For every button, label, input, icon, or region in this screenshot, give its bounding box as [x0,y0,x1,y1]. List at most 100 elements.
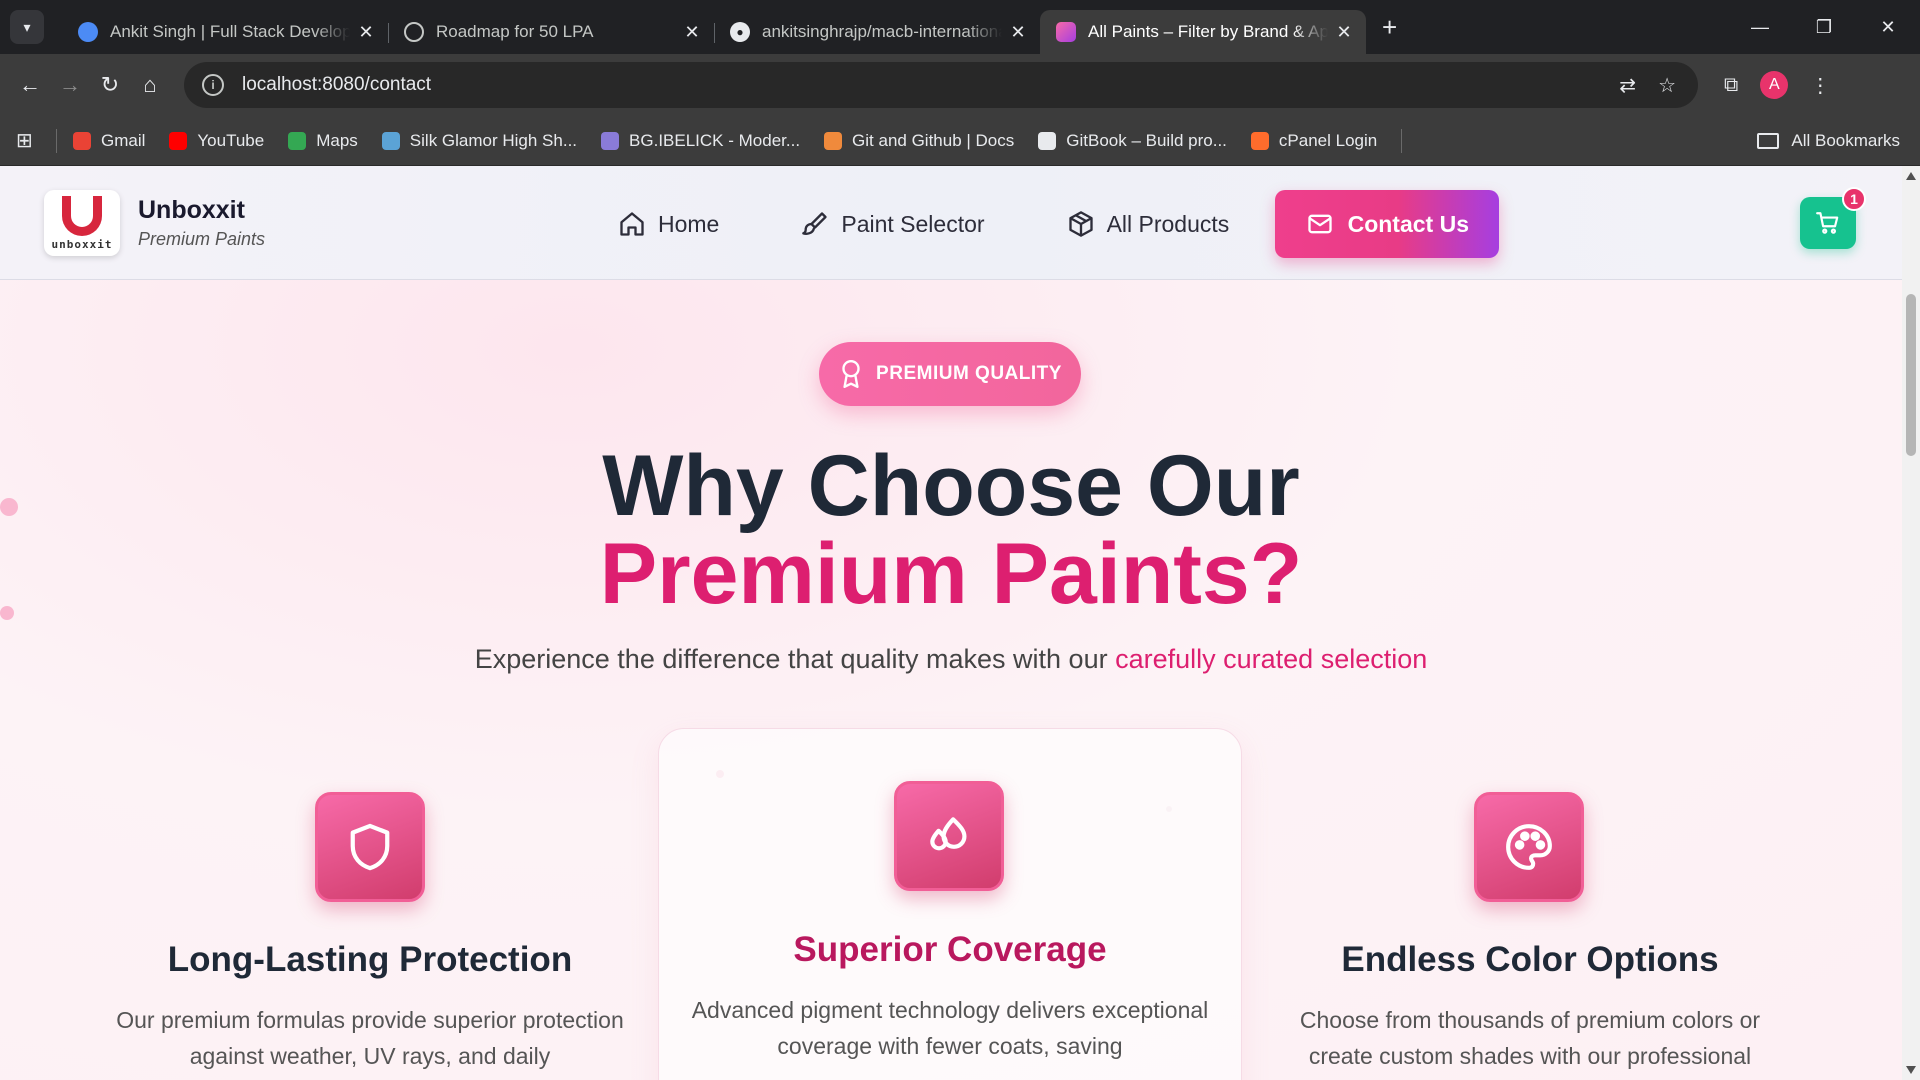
hash-icon [601,131,620,150]
site-info-icon[interactable]: i [202,74,224,96]
browser-tab[interactable]: Ankit Singh | Full Stack Developer ✕ [62,10,388,54]
menu-kebab-icon[interactable]: ⋮ [1810,73,1830,98]
brand-block[interactable]: Unboxxit Premium Paints [138,196,265,250]
nav-paint-selector[interactable]: Paint Selector [801,210,985,238]
bookmark-item[interactable]: cPanel Login [1250,130,1378,151]
paints-favicon-icon [1056,22,1076,42]
feature-icon-box [894,781,1004,891]
reload-icon[interactable]: ↻ [90,72,130,98]
nav-home[interactable]: Home [618,210,719,238]
feature-description: Our premium formulas provide superior pr… [116,1007,624,1069]
minimize-icon[interactable]: — [1728,17,1792,38]
tab-title: All Paints – Filter by Brand & Applicati… [1088,22,1328,41]
feature-description: Choose from thousands of premium colors … [1299,1007,1761,1069]
tab-close-icon[interactable]: ✕ [1334,22,1354,43]
address-bar[interactable]: i localhost:8080/contact ⇄ ☆ [184,62,1698,108]
bookmark-label: BG.IBELICK - Moder... [629,130,801,150]
folder-icon [1757,132,1780,149]
bookmark-label: Git and Github | Docs [852,130,1015,150]
award-icon [842,359,860,389]
nav-all-products[interactable]: All Products [1067,210,1229,238]
all-bookmarks-button[interactable]: All Bookmarks [1757,131,1900,151]
tab-search-button[interactable]: ▾ [10,10,44,44]
feature-title: Superior Coverage [793,930,1107,969]
tab-title: Ankit Singh | Full Stack Developer [110,22,350,41]
gitbook-icon [1038,131,1057,150]
url-text[interactable]: localhost:8080/contact [242,74,431,96]
contact-us-label: Contact Us [1347,210,1469,237]
hero-subtitle-text: Experience the difference that quality m… [474,644,1108,674]
bookmark-item[interactable]: YouTube [169,131,264,151]
browser-toolbar: ← → ↻ ⌂ i localhost:8080/contact ⇄ ☆ ⧉ A… [0,54,1920,116]
shield-icon [350,823,390,871]
unboxxit-logo[interactable]: unboxxit [44,189,120,256]
tab-close-icon[interactable]: ✕ [682,22,702,43]
tab-title: Roadmap for 50 LPA [436,22,594,41]
extensions-icon[interactable]: ⧉ [1724,74,1738,97]
browser-tab[interactable]: ● ankitsinghrajp/macb-international ✕ [714,10,1040,54]
nav-paint-selector-label: Paint Selector [841,210,985,237]
portfolio-favicon-icon [78,22,98,42]
bookmark-label: Gmail [101,130,146,150]
cart-button[interactable]: 1 [1800,187,1866,249]
cart-icon [1816,212,1839,234]
forward-arrow-icon[interactable]: → [50,72,90,98]
bookmark-label: Maps [316,130,358,150]
logo-wordmark: unboxxit [51,237,113,251]
scrollbar-thumb[interactable] [1906,294,1916,456]
hero-title-line2: Premium Paints? [599,526,1303,622]
tab-close-icon[interactable]: ✕ [356,22,376,43]
new-tab-button[interactable]: + [1382,12,1397,43]
brand-tagline: Premium Paints [138,228,266,249]
scroll-up-arrow-icon[interactable] [1906,172,1916,180]
bookmark-item[interactable]: GitBook – Build pro... [1038,131,1227,151]
bookmark-star-icon[interactable]: ☆ [1658,73,1676,98]
divider [56,128,57,153]
github-favicon-icon: ● [730,22,750,42]
gmail-icon [73,131,91,150]
contact-us-button[interactable]: Contact Us [1275,190,1500,258]
package-icon [1068,211,1093,237]
bookmark-item[interactable]: Silk Glamor High Sh... [381,131,577,151]
hero-title-line1: Why Choose Our [602,438,1300,534]
bookmark-item[interactable]: BG.IBELICK - Moder... [601,131,800,151]
browser-tab-active[interactable]: All Paints – Filter by Brand & Applicati… [1040,10,1366,54]
bookmark-item[interactable]: Gmail [73,131,145,151]
maps-icon [288,131,307,150]
tab-title: ankitsinghrajp/macb-international [762,22,1002,41]
hero-subtitle-highlight: carefully curated selection [1115,644,1428,674]
apps-grid-icon[interactable]: ⊞ [16,128,42,153]
browser-tab[interactable]: Roadmap for 50 LPA ✕ [388,10,714,54]
home-browser-icon[interactable]: ⌂ [130,72,170,98]
cpanel-icon [1250,131,1269,150]
hero-subtitle: Experience the difference that quality m… [0,644,1902,675]
tab-close-icon[interactable]: ✕ [1008,22,1028,43]
restore-icon[interactable]: ❐ [1792,17,1856,38]
feature-title: Endless Color Options [1341,940,1719,979]
site-header: unboxxit Unboxxit Premium Paints Home Pa… [0,166,1902,280]
paintbrush-icon [802,212,828,235]
browser-tabstrip: ▾ Ankit Singh | Full Stack Developer ✕ R… [0,0,1920,54]
bookmark-label: cPanel Login [1278,130,1378,150]
scroll-down-arrow-icon[interactable] [1906,1066,1916,1074]
silk-icon [381,131,400,150]
page-viewport: unboxxit Unboxxit Premium Paints Home Pa… [0,166,1902,1080]
back-arrow-icon[interactable]: ← [10,72,50,98]
all-bookmarks-label: All Bookmarks [1791,130,1900,150]
translate-icon[interactable]: ⇄ [1619,73,1636,98]
bookmarks-bar: ⊞ Gmail YouTube Maps Silk Glamor High Sh...… [0,116,1920,166]
page-scrollbar[interactable] [1902,166,1920,1080]
feature-description: Advanced pigment technology delivers exc… [691,997,1209,1059]
premium-quality-badge: PREMIUM QUALITY [819,342,1081,406]
bookmark-label: YouTube [197,130,265,150]
bookmark-item[interactable]: Maps [288,131,358,151]
close-window-icon[interactable]: ✕ [1856,17,1920,38]
feature-icon-box [315,792,425,902]
profile-avatar[interactable]: A [1760,71,1789,99]
youtube-icon [169,131,188,150]
feature-icon-box [1474,792,1584,902]
cart-count-badge: 1 [1842,187,1866,211]
bookmark-label: GitBook – Build pro... [1066,130,1227,150]
bookmark-item[interactable]: Git and Github | Docs [824,131,1014,151]
main-nav: Home Paint Selector All Products Contact… [618,190,1500,258]
